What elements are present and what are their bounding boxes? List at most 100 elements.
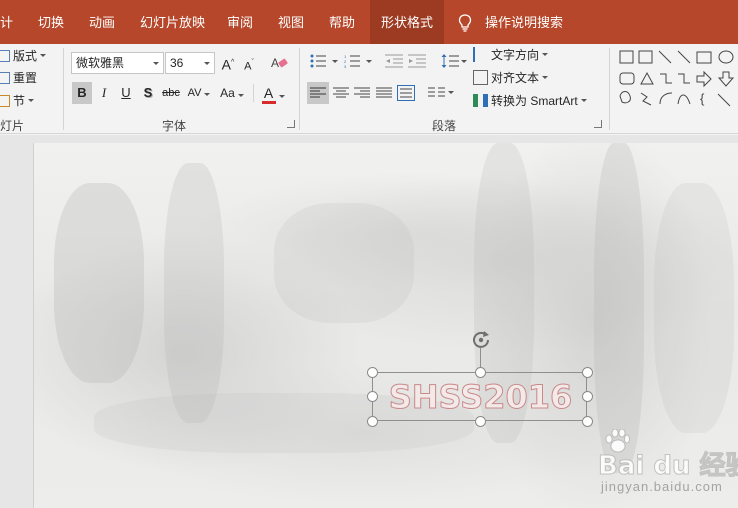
rectangle-shape-icon[interactable] xyxy=(696,51,712,64)
align-right-icon[interactable] xyxy=(354,87,370,99)
chevron-down-icon xyxy=(28,99,35,102)
ribbon-tab-bar: 计 切换 动画 幻灯片放映 审阅 视图 帮助 形状格式 操作说明搜索 xyxy=(0,0,738,44)
font-group-label: 字体 xyxy=(162,119,187,133)
selected-text-box[interactable]: SHSS2016 xyxy=(372,372,587,421)
elbow-connector-shape-icon[interactable] xyxy=(660,73,672,84)
group-divider xyxy=(63,48,64,130)
text-direction-label: 文字方向 xyxy=(491,48,540,62)
font-name-value: 微软雅黑 xyxy=(76,56,125,70)
vertical-text-box-shape-icon[interactable] xyxy=(638,50,653,64)
bold-button[interactable]: B xyxy=(72,82,92,104)
scribble-shape-icon[interactable] xyxy=(640,92,652,106)
background-landscape xyxy=(654,183,734,433)
resize-handle-left[interactable] xyxy=(367,391,378,402)
slides-group-label: 灯片 xyxy=(0,119,25,133)
text-box-shape-icon[interactable] xyxy=(619,50,634,64)
paragraph-dialog-launcher-icon[interactable] xyxy=(594,120,602,128)
layout-icon xyxy=(0,49,10,62)
justify-icon[interactable] xyxy=(376,87,392,99)
chevron-down-icon xyxy=(542,53,549,56)
tab-transitions[interactable]: 切换 xyxy=(38,0,64,44)
line-shape-icon[interactable] xyxy=(658,50,672,64)
lightbulb-icon[interactable] xyxy=(458,14,472,32)
chevron-down-icon xyxy=(237,94,244,97)
font-color-swatch xyxy=(261,101,276,104)
shadow-button[interactable]: S xyxy=(138,82,158,104)
section-icon xyxy=(0,94,10,107)
chevron-down-icon xyxy=(204,62,210,65)
chevron-down-icon xyxy=(40,54,47,57)
shrink-font-button[interactable]: Aˇ xyxy=(240,52,258,74)
chevron-down-icon xyxy=(580,99,587,102)
decrease-indent-icon[interactable] xyxy=(385,54,403,68)
increase-indent-icon[interactable] xyxy=(408,54,426,68)
align-center-icon[interactable] xyxy=(333,87,349,99)
brace-shape-icon[interactable]: { xyxy=(700,91,705,106)
chevron-down-icon xyxy=(542,76,549,79)
italic-button[interactable]: I xyxy=(94,82,114,104)
curve-shape-icon[interactable] xyxy=(677,94,691,105)
section-button[interactable]: 节 xyxy=(0,92,35,109)
baidu-watermark: Bai du 经验 jingyan.baidu.com xyxy=(564,429,738,503)
right-arrow-shape-icon[interactable] xyxy=(696,70,712,88)
clear-formatting-icon[interactable]: A xyxy=(271,55,289,71)
line-spacing-icon[interactable] xyxy=(441,53,467,69)
resize-handle-bottom-right[interactable] xyxy=(582,416,593,427)
font-dialog-launcher-icon[interactable] xyxy=(287,120,295,128)
resize-handle-top-left[interactable] xyxy=(367,367,378,378)
grow-font-button[interactable]: A^ xyxy=(219,52,237,74)
slide-canvas[interactable]: SHSS2016 Bai du 经验 jingyan.baidu.com xyxy=(33,143,738,508)
arrow-line-shape-icon[interactable] xyxy=(677,50,691,64)
elbow-arrow-connector-shape-icon[interactable] xyxy=(678,73,690,84)
slide-workspace: SHSS2016 Bai du 经验 jingyan.baidu.com xyxy=(0,135,738,508)
convert-smartart-button[interactable]: 转换为 SmartArt xyxy=(473,92,587,109)
font-color-button[interactable]: A xyxy=(258,82,288,104)
underline-button[interactable]: U xyxy=(116,82,136,104)
align-text-button[interactable]: 对齐文本 xyxy=(473,69,549,86)
oval-shape-icon[interactable] xyxy=(718,50,734,64)
grow-font-icon: A xyxy=(221,56,232,73)
change-case-button[interactable]: Aa xyxy=(217,82,247,104)
strikethrough-button[interactable]: abc xyxy=(160,82,182,104)
resize-handle-bottom-left[interactable] xyxy=(367,416,378,427)
resize-handle-right[interactable] xyxy=(582,391,593,402)
chevron-down-icon xyxy=(204,93,211,96)
slide-text[interactable]: SHSS2016 xyxy=(373,376,588,418)
rounded-rectangle-shape-icon[interactable] xyxy=(619,72,635,85)
numbering-icon[interactable]: 1 2 3 xyxy=(344,54,372,68)
text-direction-icon xyxy=(473,47,488,62)
tab-review[interactable]: 审阅 xyxy=(227,0,253,44)
freeform-shape-icon[interactable] xyxy=(619,91,631,104)
font-size-dropdown[interactable]: 36 xyxy=(165,52,215,74)
resize-handle-bottom[interactable] xyxy=(475,416,486,427)
background-landscape xyxy=(594,143,644,473)
columns-icon[interactable] xyxy=(428,87,454,99)
rotate-handle-icon[interactable] xyxy=(470,329,492,351)
tab-help[interactable]: 帮助 xyxy=(329,0,355,44)
character-spacing-button[interactable]: AV xyxy=(184,82,214,104)
tab-animations[interactable]: 动画 xyxy=(89,0,115,44)
resize-handle-top[interactable] xyxy=(475,367,486,378)
svg-text:A: A xyxy=(271,56,279,70)
distributed-icon[interactable] xyxy=(397,85,415,101)
resize-handle-top-right[interactable] xyxy=(582,367,593,378)
shapes-gallery[interactable]: { xyxy=(614,46,738,114)
triangle-shape-icon[interactable] xyxy=(640,71,654,85)
line-shape-icon[interactable] xyxy=(717,93,731,107)
arc-shape-icon[interactable] xyxy=(659,92,673,105)
shrink-font-icon: A xyxy=(244,60,252,73)
tab-design[interactable]: 计 xyxy=(0,0,13,44)
text-direction-button[interactable]: 文字方向 xyxy=(473,46,549,63)
align-left-button[interactable] xyxy=(307,82,329,104)
down-arrow-shape-icon[interactable] xyxy=(717,71,735,87)
background-landscape xyxy=(164,163,224,423)
font-name-dropdown[interactable]: 微软雅黑 xyxy=(71,52,164,74)
bullets-icon[interactable] xyxy=(310,54,338,68)
tab-view[interactable]: 视图 xyxy=(278,0,304,44)
svg-text:3: 3 xyxy=(344,64,347,68)
tab-slideshow[interactable]: 幻灯片放映 xyxy=(140,0,205,44)
reset-button[interactable]: 重置 xyxy=(0,69,37,86)
tell-me-search[interactable]: 操作说明搜索 xyxy=(485,0,563,44)
layout-button[interactable]: 版式 xyxy=(0,47,47,64)
tab-shape-format[interactable]: 形状格式 xyxy=(370,0,445,44)
